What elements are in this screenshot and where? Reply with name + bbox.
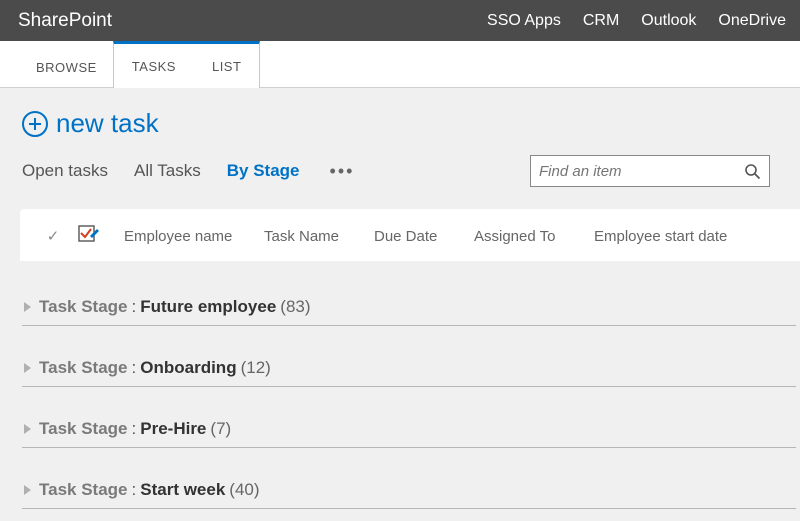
view-all-tasks[interactable]: All Tasks — [134, 161, 201, 181]
suite-link-onedrive[interactable]: OneDrive — [718, 12, 786, 30]
search-box[interactable] — [530, 155, 770, 187]
ribbon-tabs: BROWSE TASKS LIST — [0, 41, 800, 88]
search-icon[interactable] — [744, 163, 761, 180]
column-header-employee-start-date[interactable]: Employee start date — [584, 228, 737, 245]
group-count: (7) — [210, 419, 231, 439]
group-row-future-employee[interactable]: Task Stage : Future employee (83) — [22, 287, 796, 326]
expand-triangle-icon — [24, 424, 31, 434]
group-value: Start week — [140, 480, 225, 500]
group-count: (40) — [229, 480, 259, 500]
group-row-start-week[interactable]: Task Stage : Start week (40) — [22, 470, 796, 509]
list-panel: ✓ Employee name Task Name Due Date Assig… — [20, 209, 800, 261]
new-task-button[interactable]: new task — [22, 108, 800, 139]
group-list: Task Stage : Future employee (83) Task S… — [22, 261, 800, 509]
group-label: Task Stage — [39, 297, 128, 317]
ribbon-tab-list[interactable]: LIST — [194, 59, 259, 74]
view-selector: Open tasks All Tasks By Stage ••• — [22, 155, 800, 187]
group-label: Task Stage — [39, 480, 128, 500]
group-label: Task Stage — [39, 419, 128, 439]
column-header-assigned-to[interactable]: Assigned To — [464, 228, 584, 245]
content-area: new task Open tasks All Tasks By Stage •… — [0, 88, 800, 521]
group-count: (83) — [280, 297, 310, 317]
select-all-checkmark-icon[interactable]: ✓ — [38, 227, 68, 245]
column-header-row: ✓ Employee name Task Name Due Date Assig… — [20, 225, 800, 261]
expand-triangle-icon — [24, 302, 31, 312]
ribbon-tab-tasks[interactable]: TASKS — [114, 59, 194, 74]
search-input[interactable] — [539, 163, 744, 180]
new-task-label: new task — [56, 108, 159, 139]
suite-link-outlook[interactable]: Outlook — [641, 12, 696, 30]
column-header-employee-name[interactable]: Employee name — [114, 228, 254, 245]
view-by-stage[interactable]: By Stage — [227, 161, 300, 181]
group-row-onboarding[interactable]: Task Stage : Onboarding (12) — [22, 348, 796, 387]
checkbox-pencil-icon — [78, 225, 104, 247]
suite-links: SSO Apps CRM Outlook OneDrive — [487, 12, 786, 30]
ribbon-tab-group-active: TASKS LIST — [113, 41, 261, 88]
suite-bar: SharePoint SSO Apps CRM Outlook OneDrive — [0, 0, 800, 41]
column-header-complete[interactable] — [68, 225, 114, 247]
group-value: Pre-Hire — [140, 419, 206, 439]
suite-link-crm[interactable]: CRM — [583, 12, 619, 30]
suite-link-ssoapps[interactable]: SSO Apps — [487, 12, 561, 30]
group-label: Task Stage — [39, 358, 128, 378]
ribbon-tab-browse[interactable]: BROWSE — [20, 47, 113, 87]
expand-triangle-icon — [24, 363, 31, 373]
group-count: (12) — [241, 358, 271, 378]
group-value: Onboarding — [140, 358, 236, 378]
plus-circle-icon — [22, 111, 48, 137]
group-value: Future employee — [140, 297, 276, 317]
column-header-task-name[interactable]: Task Name — [254, 228, 364, 245]
expand-triangle-icon — [24, 485, 31, 495]
view-open-tasks[interactable]: Open tasks — [22, 161, 108, 181]
view-more-icon[interactable]: ••• — [330, 161, 355, 182]
column-header-due-date[interactable]: Due Date — [364, 228, 464, 245]
brand-label: SharePoint — [18, 10, 112, 32]
group-row-pre-hire[interactable]: Task Stage : Pre-Hire (7) — [22, 409, 796, 448]
